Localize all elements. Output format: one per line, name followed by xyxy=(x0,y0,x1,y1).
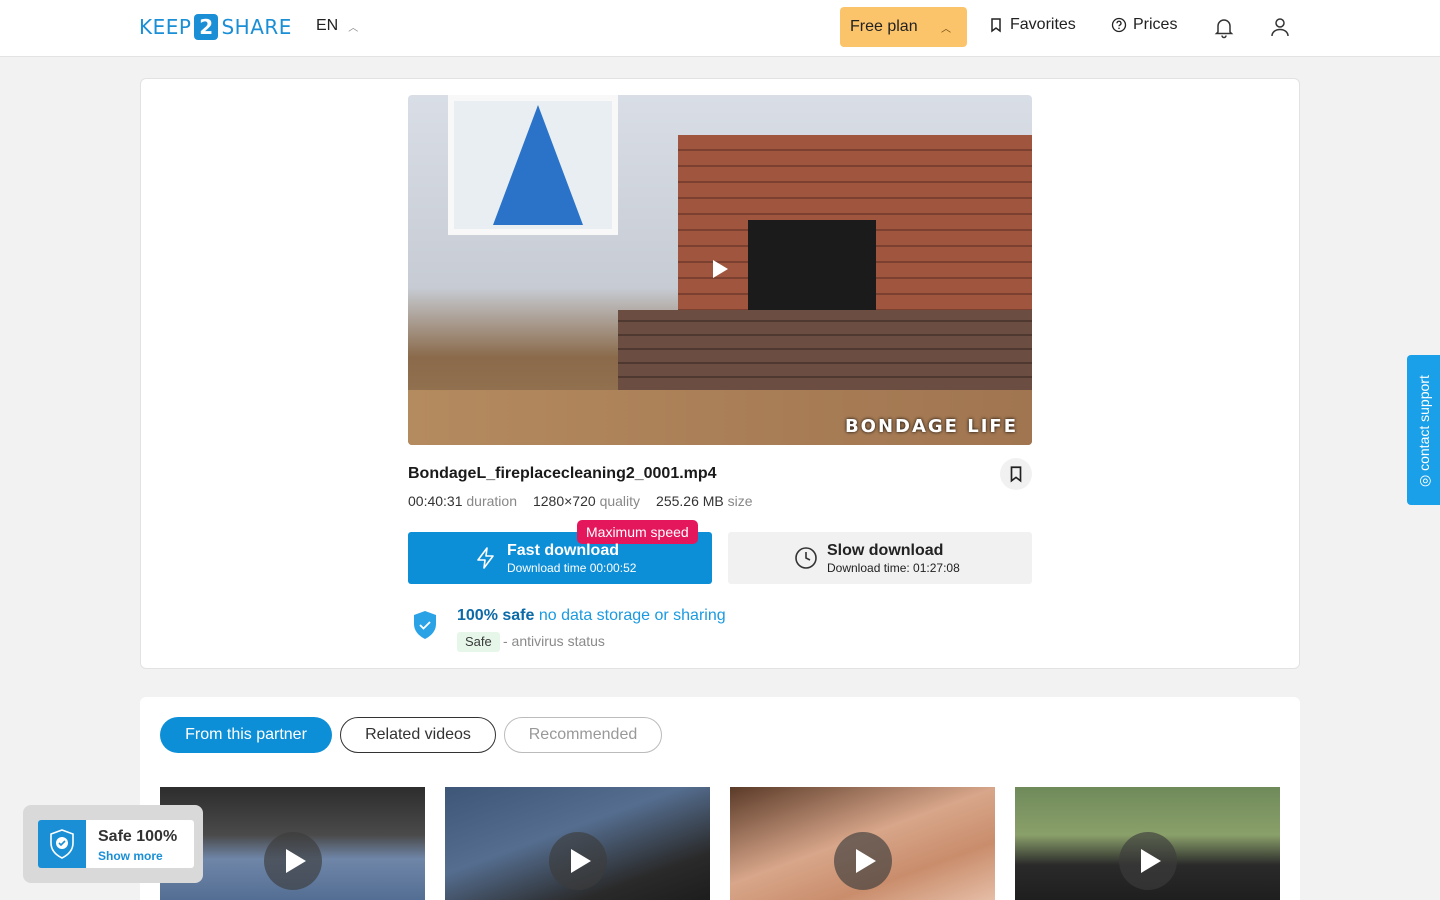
logo-share: SHARE xyxy=(221,15,292,39)
tab-recommended[interactable]: Recommended xyxy=(504,717,662,753)
logo-keep: KEEP xyxy=(139,15,192,39)
video-watermark: BONDAGE LIFE xyxy=(844,416,1018,437)
safety-strong: 100% safe xyxy=(457,607,535,624)
video-preview[interactable]: BONDAGE LIFE xyxy=(408,95,1032,445)
prices-label: Prices xyxy=(1133,16,1178,33)
tab-from-this-partner[interactable]: From this partner xyxy=(160,717,332,753)
meta-size: 255.26 MB size xyxy=(656,493,753,509)
safety-light: no data storage or sharing xyxy=(538,607,726,624)
user-profile-icon[interactable] xyxy=(1268,15,1292,39)
meta-duration: 00:40:31 duration xyxy=(408,493,517,509)
contact-support-tab[interactable]: ◎ contact support xyxy=(1407,355,1440,505)
scene-hearth xyxy=(618,310,1032,390)
notification-bell-icon[interactable] xyxy=(1212,15,1236,39)
chevron-up-icon: ︿ xyxy=(941,24,951,35)
play-circle-icon[interactable] xyxy=(834,832,892,890)
bookmark-icon xyxy=(991,18,1001,33)
slow-download-title: Slow download xyxy=(827,542,944,559)
file-name: BondageL_fireplacecleaning2_0001.mp4 xyxy=(408,465,717,482)
fast-download-title: Fast download xyxy=(507,542,619,559)
chevron-up-icon: ︿ xyxy=(348,22,359,34)
question-circle-icon xyxy=(1111,17,1127,33)
top-header: KEEP 2 SHARE EN ︿ Free plan ︿ Favorites … xyxy=(0,0,1440,57)
shield-check-icon xyxy=(414,611,436,639)
slow-download-time: Download time: 01:27:08 xyxy=(827,561,960,575)
antivirus-status-text: - antivirus status xyxy=(503,633,605,649)
plan-label: Free plan xyxy=(850,18,918,35)
play-circle-icon[interactable] xyxy=(1119,832,1177,890)
contact-support-label: ◎ contact support xyxy=(1416,375,1432,487)
lightning-icon xyxy=(477,547,494,569)
maximum-speed-badge: Maximum speed xyxy=(577,520,698,544)
antivirus-safe-badge: Safe xyxy=(457,632,500,652)
free-plan-button[interactable]: Free plan ︿ xyxy=(840,7,967,47)
bookmark-button[interactable] xyxy=(1000,458,1032,490)
play-circle-icon[interactable] xyxy=(549,832,607,890)
play-icon[interactable] xyxy=(713,260,728,278)
video-thumbnail[interactable] xyxy=(445,787,710,900)
shield-check-icon xyxy=(50,829,74,859)
clock-icon xyxy=(795,547,817,569)
meta-quality: 1280×720 quality xyxy=(532,493,641,509)
safe-widget-title: Safe 100% xyxy=(98,828,178,845)
logo-two: 2 xyxy=(194,14,219,40)
safe-100-widget[interactable]: Safe 100% Show more xyxy=(23,805,203,883)
video-thumbnail[interactable] xyxy=(1015,787,1280,900)
safe-widget-body: Safe 100% Show more xyxy=(38,820,194,868)
bookmark-icon xyxy=(1010,466,1022,483)
favorites-link[interactable]: Favorites xyxy=(988,16,1076,34)
favorites-label: Favorites xyxy=(1010,16,1076,33)
file-meta: 00:40:31 duration 1280×720 quality 255.2… xyxy=(408,493,753,509)
language-selector[interactable]: EN ︿ xyxy=(316,17,358,35)
fast-download-time: Download time 00:00:52 xyxy=(507,561,637,575)
scene-fireplace xyxy=(748,220,876,320)
keep2share-logo[interactable]: KEEP 2 SHARE xyxy=(139,14,292,40)
safety-statement: 100% safe no data storage or sharing xyxy=(457,607,726,625)
fast-download-button[interactable]: Maximum speed Fast download Download tim… xyxy=(408,520,712,584)
tab-related-videos[interactable]: Related videos xyxy=(340,717,496,753)
prices-link[interactable]: Prices xyxy=(1111,16,1177,34)
language-label: EN xyxy=(316,17,339,34)
play-circle-icon[interactable] xyxy=(264,832,322,890)
show-more-link[interactable]: Show more xyxy=(98,849,163,863)
safe-widget-shield xyxy=(38,820,86,868)
slow-download-button[interactable]: Slow download Download time: 01:27:08 xyxy=(728,532,1032,584)
video-thumbnail[interactable] xyxy=(730,787,995,900)
